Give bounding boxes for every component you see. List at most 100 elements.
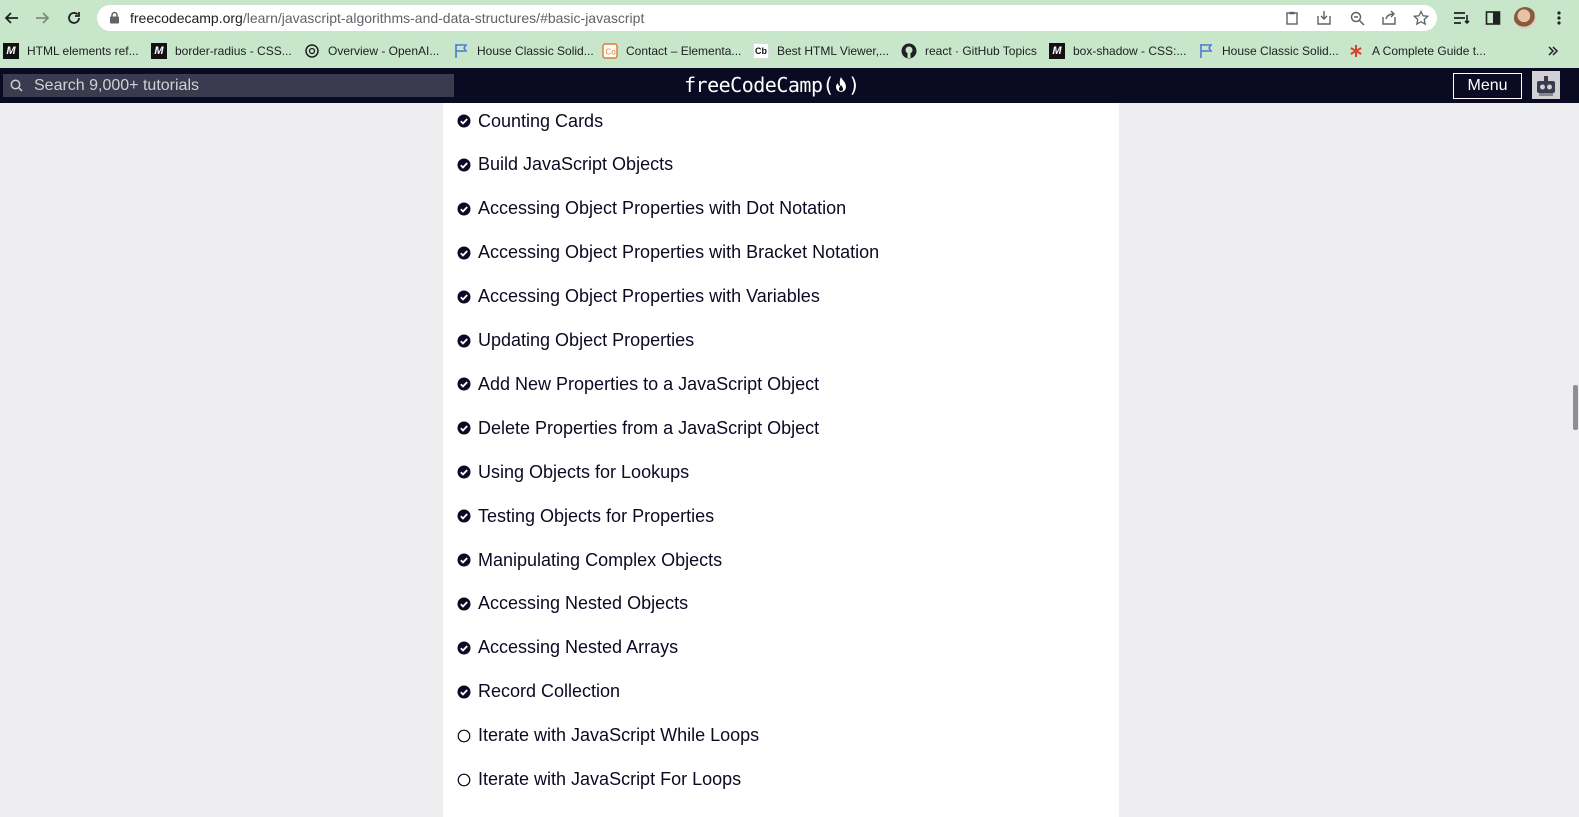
challenge-item[interactable]: Accessing Object Properties with Dot Not… <box>457 196 846 222</box>
challenge-title: Add New Properties to a JavaScript Objec… <box>478 373 820 394</box>
challenge-item[interactable]: Using Objects for Lookups <box>457 459 689 485</box>
bookmark-label: box-shadow - CSS:... <box>1073 44 1187 58</box>
check-circle-icon <box>457 202 471 216</box>
bookmarks-overflow-icon[interactable] <box>1547 42 1559 60</box>
user-avatar[interactable] <box>1532 71 1560 99</box>
bookmark-item[interactable]: A Complete Guide t... <box>1348 42 1486 60</box>
menu-button[interactable]: Menu <box>1453 73 1522 99</box>
challenge-item[interactable]: Accessing Nested Objects <box>457 591 688 617</box>
zoom-icon[interactable] <box>1348 9 1366 27</box>
bookmark-label: HTML elements ref... <box>27 44 139 58</box>
challenge-title: Accessing Nested Arrays <box>478 637 679 658</box>
challenge-title: Iterate with JavaScript While Loops <box>478 725 760 746</box>
scrollbar-thumb[interactable] <box>1573 385 1578 430</box>
back-arrow-icon[interactable] <box>0 6 24 30</box>
profile-avatar[interactable] <box>1514 7 1536 29</box>
bookmark-label: react · GitHub Topics <box>925 44 1037 58</box>
challenge-title: Manipulating Complex Objects <box>478 549 723 570</box>
challenge-title: Counting Cards <box>478 110 604 131</box>
challenge-item[interactable]: Testing Objects for Properties <box>457 503 714 529</box>
bookmark-label: House Classic Solid... <box>1222 44 1339 58</box>
address-bar[interactable]: freecodecamp.org/learn/javascript-algori… <box>97 5 1437 31</box>
empty-circle-icon <box>457 729 471 743</box>
challenge-item[interactable]: Build JavaScript Objects <box>457 152 673 178</box>
logo-text-close: ) <box>848 73 860 97</box>
challenge-item[interactable]: Accessing Object Properties with Variabl… <box>457 284 820 310</box>
challenge-title: Accessing Nested Objects <box>478 593 689 614</box>
check-circle-icon <box>457 290 471 304</box>
url-text[interactable]: freecodecamp.org/learn/javascript-algori… <box>130 10 644 26</box>
challenge-item[interactable]: Record Collection <box>457 679 620 705</box>
check-circle-icon <box>457 421 471 435</box>
challenge-title: Iterate with JavaScript For Loops <box>478 769 742 789</box>
bookmark-label: House Classic Solid... <box>477 44 594 58</box>
check-circle-icon <box>457 114 471 128</box>
forward-arrow-icon[interactable] <box>30 6 54 30</box>
page-content: Counting Cards Build JavaScript Objects Ac… <box>0 103 1579 817</box>
challenge-title: Using Objects for Lookups <box>478 461 690 482</box>
elementa-icon: Co <box>602 43 618 59</box>
more-icon[interactable] <box>1549 8 1569 28</box>
challenge-title: Updating Object Properties <box>478 330 695 350</box>
install-icon[interactable] <box>1315 9 1333 27</box>
bookmark-item[interactable]: House Classic Solid... <box>1198 42 1339 60</box>
site-navbar: freeCodeCamp( ) Menu <box>0 68 1579 103</box>
check-circle-icon <box>457 685 471 699</box>
bookmark-item[interactable]: M HTML elements ref... <box>3 42 139 60</box>
bookmark-label: Overview - OpenAI... <box>328 44 440 58</box>
challenge-title: Accessing Object Properties with Variabl… <box>478 286 820 307</box>
share-icon[interactable] <box>1380 9 1398 27</box>
lock-icon[interactable] <box>109 11 120 29</box>
check-circle-icon <box>457 641 471 655</box>
reading-list-icon[interactable] <box>1452 8 1472 28</box>
check-circle-icon <box>457 553 471 567</box>
challenge-item[interactable]: Iterate with JavaScript While Loops <box>457 723 759 749</box>
bookmark-item[interactable]: M box-shadow - CSS:... <box>1049 42 1186 60</box>
bookmark-item[interactable]: react · GitHub Topics <box>901 42 1037 60</box>
openai-icon <box>304 43 320 59</box>
challenge-title: Accessing Object Properties with Dot Not… <box>478 198 847 219</box>
challenge-title: Testing Objects for Properties <box>478 505 715 526</box>
bookmark-label: Contact – Elementa... <box>626 44 742 58</box>
content-column: Counting Cards Build JavaScript Objects Ac… <box>443 103 1119 817</box>
mdn-icon: M <box>151 43 167 59</box>
check-circle-icon <box>457 158 471 172</box>
bookmark-item[interactable]: Overview - OpenAI... <box>304 42 439 60</box>
clipboard-icon[interactable] <box>1283 9 1301 27</box>
page-scrollbar[interactable] <box>1572 103 1579 817</box>
challenge-item[interactable]: Counting Cards <box>457 108 603 134</box>
check-circle-icon <box>457 509 471 523</box>
bookmark-item[interactable]: Co Contact – Elementa... <box>602 42 741 60</box>
side-panel-icon[interactable] <box>1483 8 1503 28</box>
bookmark-label: A Complete Guide t... <box>1372 44 1487 58</box>
check-circle-icon <box>457 597 471 611</box>
challenge-item[interactable]: Accessing Nested Arrays <box>457 635 678 661</box>
challenge-item[interactable]: Accessing Object Properties with Bracket… <box>457 240 879 266</box>
search-input[interactable] <box>34 74 444 97</box>
challenge-item[interactable]: Manipulating Complex Objects <box>457 547 722 573</box>
challenge-item[interactable]: Add New Properties to a JavaScript Objec… <box>457 371 819 397</box>
bookmark-item[interactable]: Cb Best HTML Viewer,... <box>753 42 889 60</box>
challenge-item[interactable]: Updating Object Properties <box>457 328 694 354</box>
mdn-icon: M <box>3 43 19 59</box>
check-circle-icon <box>457 334 471 348</box>
check-circle-icon <box>457 246 471 260</box>
star-icon[interactable] <box>1412 9 1430 27</box>
bookmark-item[interactable]: M border-radius - CSS... <box>151 42 292 60</box>
reload-icon[interactable] <box>62 6 86 30</box>
site-logo[interactable]: freeCodeCamp( ) <box>684 73 860 97</box>
mdn-icon: M <box>1049 43 1065 59</box>
svg-text:Co: Co <box>606 48 617 57</box>
challenge-title: Delete Properties from a JavaScript Obje… <box>478 417 820 438</box>
challenge-item[interactable]: Delete Properties from a JavaScript Obje… <box>457 415 819 441</box>
challenge-title: Build JavaScript Objects <box>478 154 674 175</box>
flag-icon <box>1198 43 1214 59</box>
challenge-item[interactable]: Iterate with JavaScript For Loops <box>457 767 741 793</box>
url-host: freecodecamp.org <box>130 10 243 26</box>
bookmark-item[interactable]: House Classic Solid... <box>453 42 594 60</box>
search-bar[interactable] <box>3 74 454 97</box>
scrollbar-arrow-icon[interactable] <box>1573 74 1577 84</box>
bookmark-label: Best HTML Viewer,... <box>777 44 890 58</box>
check-circle-icon <box>457 377 471 391</box>
browser-toolbar: freecodecamp.org/learn/javascript-algori… <box>0 0 1579 36</box>
